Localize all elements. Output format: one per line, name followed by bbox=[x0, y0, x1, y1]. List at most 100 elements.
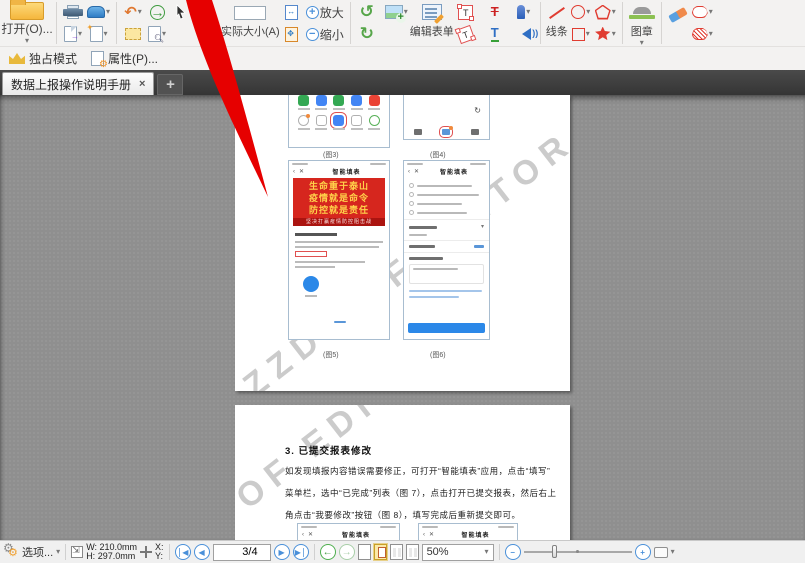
strikeout-button[interactable]: T bbox=[483, 1, 507, 23]
properties-button[interactable]: 属性(P)... bbox=[86, 48, 163, 70]
select-tool-button[interactable] bbox=[169, 1, 193, 23]
snapshot-caret-icon: ▾ bbox=[210, 7, 215, 16]
rotated-text-button[interactable]: T bbox=[454, 23, 478, 45]
speaker-icon bbox=[516, 28, 538, 40]
stamp-button[interactable] bbox=[627, 1, 657, 23]
two-page-layout-button[interactable] bbox=[389, 544, 403, 560]
epidemic-banner: 生命重于泰山 疫情就是命令 防控就是责任 坚决打赢疫情防控阻击战 bbox=[293, 178, 385, 226]
tab-title: 数据上报操作说明手册 bbox=[11, 77, 132, 92]
rectangle-tool-button[interactable]: ▾ bbox=[569, 23, 593, 45]
new-document-button[interactable]: ✦ ▾ bbox=[85, 23, 112, 45]
stamp-label[interactable]: 图章 bbox=[631, 23, 653, 39]
rotate-cw-icon: ↻ bbox=[359, 24, 374, 43]
tab-active-document[interactable]: 数据上报操作说明手册 × bbox=[2, 72, 155, 95]
zoom-slider-thumb[interactable] bbox=[551, 545, 557, 558]
pdf-page-4: ZZDS OF EDITOR 3. 已提交报表修改 如发现填报内容错误需要修正，… bbox=[235, 405, 570, 540]
undo-button[interactable]: ↶ ▾ bbox=[121, 1, 145, 23]
open-button[interactable]: 打开(O)... ▾ bbox=[0, 0, 54, 46]
phone-back-icon: ‹ bbox=[293, 168, 295, 175]
last-page-button[interactable]: ▶ ❘ bbox=[292, 544, 309, 560]
add-image-button[interactable]: ▾ bbox=[383, 1, 410, 23]
document-viewport[interactable]: ZZDS OF EDITOR bbox=[0, 95, 805, 540]
toolbar-separator bbox=[621, 2, 623, 44]
hatch-tool-button[interactable]: ▾ bbox=[690, 23, 715, 45]
pentagon-tool-button[interactable]: ▾ bbox=[593, 1, 618, 23]
zoom-slider[interactable] bbox=[523, 544, 632, 560]
tab-close-icon[interactable]: × bbox=[139, 78, 145, 90]
new-tab-button[interactable]: + bbox=[157, 74, 184, 95]
line-tool-button[interactable] bbox=[545, 1, 569, 23]
snapshot-button[interactable]: ▾ bbox=[193, 1, 217, 23]
hatch-caret-icon: ▾ bbox=[708, 29, 713, 38]
next-page-button[interactable]: ▶ bbox=[273, 544, 290, 560]
eraser-button[interactable] bbox=[666, 1, 690, 23]
printer-icon bbox=[63, 5, 83, 19]
polygon-tool-button[interactable]: ▾ bbox=[593, 23, 618, 45]
select-all-button[interactable] bbox=[121, 23, 145, 45]
zoom-slider-tick bbox=[575, 550, 579, 553]
history-back-button[interactable]: ← bbox=[319, 544, 336, 560]
fit-page-icon bbox=[285, 26, 299, 42]
underline-button[interactable]: T bbox=[483, 23, 507, 45]
zoom-out-icon: − bbox=[305, 27, 319, 41]
page-size-icon bbox=[71, 545, 84, 558]
zoom-in-button[interactable]: + 放大 bbox=[304, 1, 346, 23]
paragraph-line: 菜单栏，选中“已完成”列表（图 7），点击打开已提交报表，然后右上 bbox=[285, 488, 557, 498]
text-box-button[interactable]: T bbox=[454, 1, 478, 23]
options-button[interactable]: 选项... ▾ bbox=[3, 541, 60, 560]
stamp-icon bbox=[628, 7, 655, 19]
history-forward-icon: → bbox=[341, 546, 352, 558]
actual-size-label[interactable]: 实际大小(A) bbox=[221, 23, 280, 39]
sound-button[interactable] bbox=[512, 23, 538, 45]
export-button[interactable]: → ▾ bbox=[61, 23, 85, 45]
toolbar-separator bbox=[349, 2, 351, 44]
page-number-input[interactable] bbox=[212, 543, 271, 561]
paragraph-line: 如发现填报内容错误需要修正，可打开“智能填表”应用，点击“填写” bbox=[285, 466, 551, 476]
exclusive-mode-button[interactable]: 独占模式 bbox=[4, 48, 82, 69]
circle-tool-button[interactable]: ▾ bbox=[569, 1, 593, 23]
fit-visible-button[interactable] bbox=[232, 1, 268, 23]
line-label[interactable]: 线条 bbox=[546, 23, 568, 39]
single-page-layout-button[interactable] bbox=[357, 544, 371, 560]
rotate-cw-button[interactable]: ↻ bbox=[355, 23, 379, 45]
exclusive-mode-label: 独占模式 bbox=[29, 52, 78, 66]
previous-page-icon: ◀ bbox=[198, 547, 205, 557]
phone-close-icon: ✕ bbox=[308, 531, 314, 538]
zoom-in-label: 放大 bbox=[319, 5, 344, 20]
new-doc-caret-icon: ▾ bbox=[103, 29, 108, 38]
markup-group: ▾ ▾ bbox=[664, 0, 717, 46]
cloud-tool-button[interactable]: ▾ bbox=[690, 1, 715, 23]
two-page-continuous-layout-button[interactable] bbox=[405, 544, 419, 560]
search-doc-icon: 🔍︎ bbox=[148, 26, 164, 43]
rotate-ccw-button[interactable]: ↺ bbox=[355, 1, 379, 23]
scan-button[interactable]: ▾ bbox=[85, 1, 112, 23]
fit-page-button[interactable] bbox=[280, 23, 304, 45]
page-height-value: H: 297.0mm bbox=[86, 551, 136, 561]
print-button[interactable] bbox=[61, 1, 85, 23]
zoom-out-button-statusbar[interactable]: − bbox=[504, 544, 521, 560]
edit-form-button[interactable] bbox=[420, 1, 444, 23]
new-doc-icon: ✦ bbox=[87, 24, 103, 42]
pentagon-icon bbox=[594, 4, 611, 20]
page-view-mode-icon[interactable] bbox=[653, 546, 668, 558]
select-all-icon bbox=[125, 28, 142, 40]
attach-button[interactable]: ▾ bbox=[512, 1, 536, 23]
zoom-out-button[interactable]: − 缩小 bbox=[304, 23, 346, 45]
search-document-button[interactable]: 🔍︎ ▾ bbox=[145, 23, 169, 45]
pdf-page-3: ZZDS OF EDITOR bbox=[235, 95, 570, 391]
edit-form-label[interactable]: 编辑表单 bbox=[410, 23, 454, 39]
zoom-in-button-statusbar[interactable]: + bbox=[634, 544, 651, 560]
rotated-text-icon: T bbox=[456, 24, 476, 44]
first-page-button[interactable]: ❘ ◀ bbox=[174, 544, 191, 560]
phone-close-icon: ✕ bbox=[414, 168, 420, 175]
previous-page-button[interactable]: ◀ bbox=[193, 544, 210, 560]
redo-button[interactable]: → bbox=[145, 1, 169, 23]
history-forward-button[interactable]: → bbox=[338, 544, 355, 560]
content-group: ▾ 编辑表单 T T T T ▾ bbox=[381, 0, 538, 46]
figure7-screenshot: ‹ ✕ 智能填表 bbox=[297, 523, 400, 540]
fit-width-button[interactable] bbox=[280, 1, 304, 23]
view-mode-caret-icon[interactable]: ▾ bbox=[671, 548, 675, 556]
toolbar-separator bbox=[56, 2, 57, 44]
continuous-layout-button[interactable] bbox=[373, 544, 387, 560]
zoom-level-select[interactable]: 50% ▾ bbox=[421, 543, 494, 561]
